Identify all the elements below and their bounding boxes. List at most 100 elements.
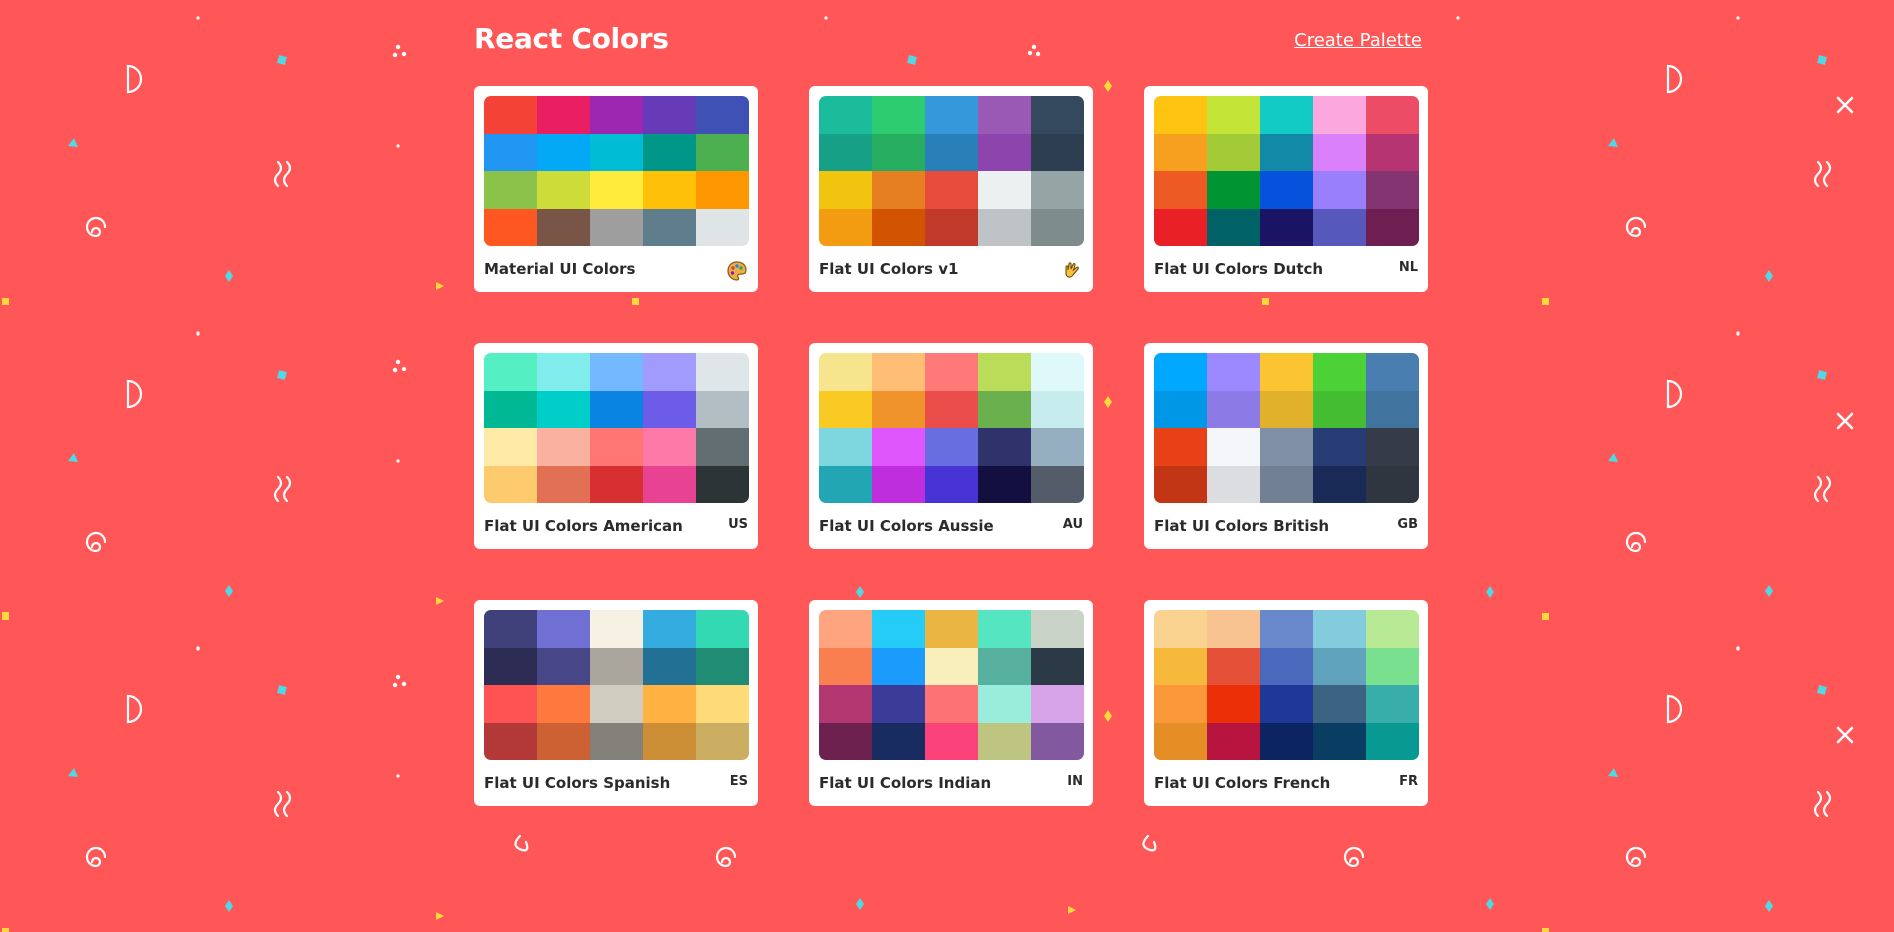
- palette-card[interactable]: Flat UI Colors American US: [474, 343, 758, 549]
- color-swatch: [1366, 465, 1419, 503]
- color-swatch: [1154, 353, 1207, 391]
- palette-card[interactable]: Flat UI Colors Aussie AU: [809, 343, 1093, 549]
- palette-country-code: GB: [1397, 517, 1418, 532]
- palette-card[interactable]: Flat UI Colors British GB: [1144, 343, 1428, 549]
- color-swatch: [590, 610, 643, 648]
- color-swatch: [590, 465, 643, 503]
- palette-swatches: [819, 96, 1084, 246]
- color-swatch: [872, 722, 925, 760]
- color-swatch: [925, 353, 978, 391]
- palette-country-code: AU: [1062, 517, 1083, 532]
- color-swatch: [484, 390, 537, 428]
- color-swatch: [1366, 171, 1419, 209]
- color-swatch: [978, 96, 1031, 134]
- palette-swatches: [484, 353, 749, 503]
- palette-swatches: [819, 610, 1084, 760]
- color-swatch: [484, 133, 537, 171]
- palette-card-footer: Flat UI Colors Dutch NL: [1154, 246, 1418, 292]
- color-swatch: [978, 428, 1031, 466]
- color-swatch: [484, 208, 537, 246]
- color-swatch: [1260, 685, 1313, 723]
- color-swatch: [537, 647, 590, 685]
- palette-card-footer: Flat UI Colors Spanish ES: [484, 760, 748, 806]
- palette-card[interactable]: Flat UI Colors v1: [809, 86, 1093, 292]
- color-swatch: [1313, 353, 1366, 391]
- palette-swatches: [819, 353, 1084, 503]
- color-swatch: [1366, 353, 1419, 391]
- color-swatch: [696, 722, 749, 760]
- color-swatch: [978, 390, 1031, 428]
- palette-country-code: ES: [729, 774, 748, 789]
- palette-country-code: NL: [1398, 260, 1418, 275]
- color-swatch: [643, 722, 696, 760]
- color-swatch: [925, 685, 978, 723]
- color-swatch: [819, 685, 872, 723]
- color-swatch: [978, 133, 1031, 171]
- color-swatch: [1207, 610, 1260, 648]
- color-swatch: [537, 465, 590, 503]
- color-swatch: [1207, 465, 1260, 503]
- color-swatch: [978, 171, 1031, 209]
- color-swatch: [484, 610, 537, 648]
- color-swatch: [1154, 610, 1207, 648]
- color-swatch: [643, 390, 696, 428]
- color-swatch: [819, 208, 872, 246]
- palette-name: Flat UI Colors Spanish: [484, 774, 671, 792]
- color-swatch: [925, 610, 978, 648]
- color-swatch: [819, 353, 872, 391]
- color-swatch: [1313, 685, 1366, 723]
- color-swatch: [696, 133, 749, 171]
- color-swatch: [1207, 171, 1260, 209]
- color-swatch: [590, 647, 643, 685]
- palette-card[interactable]: Flat UI Colors Dutch NL: [1144, 86, 1428, 292]
- color-swatch: [643, 610, 696, 648]
- palette-country-code: IN: [1067, 774, 1083, 789]
- color-swatch: [1031, 96, 1084, 134]
- color-swatch: [1031, 465, 1084, 503]
- page-container: React Colors Create Palette Material UI …: [474, 0, 1428, 806]
- palette-grid: Material UI Colors Flat UI Colors v1 Fla…: [474, 86, 1428, 806]
- color-swatch: [484, 171, 537, 209]
- color-swatch: [1260, 133, 1313, 171]
- color-swatch: [872, 353, 925, 391]
- color-swatch: [819, 647, 872, 685]
- color-swatch: [1366, 96, 1419, 134]
- color-swatch: [643, 171, 696, 209]
- color-swatch: [1154, 208, 1207, 246]
- color-swatch: [696, 96, 749, 134]
- palette-card-footer: Flat UI Colors Indian IN: [819, 760, 1083, 806]
- color-swatch: [537, 133, 590, 171]
- color-swatch: [1154, 428, 1207, 466]
- color-swatch: [696, 353, 749, 391]
- color-swatch: [1366, 133, 1419, 171]
- color-swatch: [643, 353, 696, 391]
- palette-country-code: US: [728, 517, 748, 532]
- color-swatch: [696, 171, 749, 209]
- color-swatch: [643, 428, 696, 466]
- color-swatch: [1260, 171, 1313, 209]
- color-swatch: [696, 208, 749, 246]
- palette-card[interactable]: Flat UI Colors Spanish ES: [474, 600, 758, 806]
- color-swatch: [1031, 428, 1084, 466]
- color-swatch: [978, 610, 1031, 648]
- palette-swatches: [1154, 610, 1419, 760]
- palette-card[interactable]: Flat UI Colors Indian IN: [809, 600, 1093, 806]
- palette-card-footer: Flat UI Colors French FR: [1154, 760, 1418, 806]
- color-swatch: [1260, 722, 1313, 760]
- palette-name: Flat UI Colors French: [1154, 774, 1331, 792]
- color-swatch: [1207, 722, 1260, 760]
- color-swatch: [537, 208, 590, 246]
- create-palette-link[interactable]: Create Palette: [1294, 30, 1422, 51]
- palette-card[interactable]: Flat UI Colors French FR: [1144, 600, 1428, 806]
- color-swatch: [1313, 647, 1366, 685]
- color-swatch: [1154, 390, 1207, 428]
- color-swatch: [1313, 96, 1366, 134]
- color-swatch: [819, 610, 872, 648]
- color-swatch: [819, 133, 872, 171]
- color-swatch: [1031, 610, 1084, 648]
- color-swatch: [1313, 208, 1366, 246]
- palette-card[interactable]: Material UI Colors: [474, 86, 758, 292]
- color-swatch: [590, 722, 643, 760]
- palette-card-footer: Flat UI Colors v1: [819, 246, 1083, 292]
- color-swatch: [1366, 428, 1419, 466]
